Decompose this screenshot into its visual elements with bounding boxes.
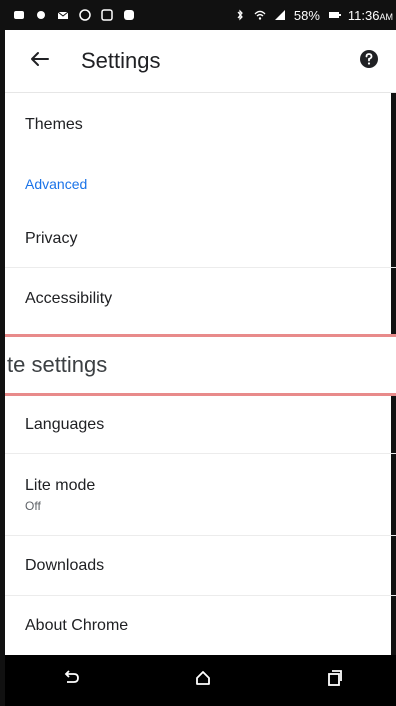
wifi-icon <box>254 9 266 21</box>
status-bar: 58% 11:36AM <box>5 0 396 30</box>
mail-icon <box>57 9 69 21</box>
settings-item-themes[interactable]: Themes <box>5 92 396 158</box>
settings-item-about-chrome[interactable]: About Chrome <box>5 596 396 656</box>
settings-item-downloads[interactable]: Downloads <box>5 536 396 596</box>
settings-item-site-settings[interactable]: te settings <box>5 334 396 396</box>
back-button[interactable] <box>23 45 55 77</box>
battery-icon <box>328 9 341 21</box>
settings-item-label: Lite mode <box>25 476 96 494</box>
notification-icon <box>13 9 25 21</box>
settings-item-languages[interactable]: Languages <box>5 396 396 454</box>
back-icon <box>60 667 82 694</box>
notification-icon <box>79 9 91 21</box>
app-bar: Settings <box>5 30 396 92</box>
home-icon <box>192 667 214 694</box>
notification-icon <box>123 9 135 21</box>
battery-percent: 58% <box>293 7 320 23</box>
help-button[interactable] <box>355 47 383 75</box>
system-status: 58% 11:36AM <box>234 8 393 23</box>
recents-icon <box>324 667 346 694</box>
settings-item-subtitle: Off <box>25 498 41 513</box>
notification-icon <box>35 9 47 21</box>
navigation-bar <box>5 655 396 706</box>
settings-item-label: Accessibility <box>25 290 113 307</box>
settings-item-privacy[interactable]: Privacy <box>5 210 396 268</box>
settings-item-lite-mode[interactable]: Lite mode Off <box>5 454 396 536</box>
arrow-back-icon <box>28 48 50 75</box>
notification-icon <box>101 9 113 21</box>
help-icon <box>359 49 379 74</box>
bluetooth-icon <box>234 9 246 21</box>
device-frame: 58% 11:36AM Settings Themes Advanced Pri… <box>0 0 396 706</box>
settings-item-label: Downloads <box>25 556 105 574</box>
settings-item-label: Languages <box>25 415 105 433</box>
settings-item-accessibility[interactable]: Accessibility <box>5 268 396 330</box>
clock: 11:36AM <box>348 8 393 23</box>
clock-ampm: AM <box>379 11 394 22</box>
section-header-advanced: Advanced <box>25 176 88 192</box>
settings-item-label: Privacy <box>25 229 78 247</box>
nav-recents-button[interactable] <box>315 661 355 701</box>
nav-home-button[interactable] <box>183 661 223 701</box>
settings-item-label: Themes <box>25 116 83 133</box>
settings-item-label: About Chrome <box>25 617 129 634</box>
settings-item-label: te settings <box>7 352 108 377</box>
signal-icon <box>274 9 286 21</box>
clock-time: 11:36 <box>347 7 380 23</box>
notification-icons <box>13 9 135 21</box>
nav-back-button[interactable] <box>51 661 91 701</box>
page-title: Settings <box>81 48 161 73</box>
